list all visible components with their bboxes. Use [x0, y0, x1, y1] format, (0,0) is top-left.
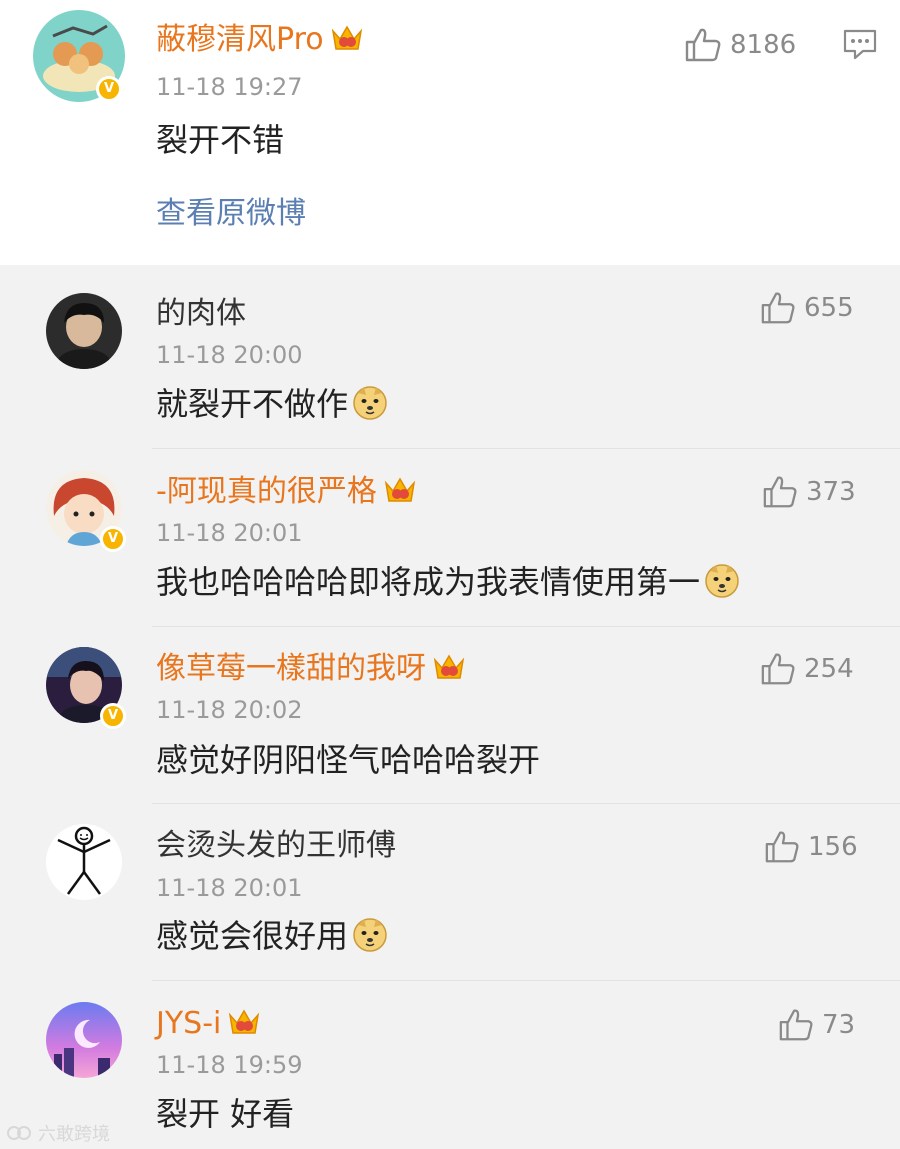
- avatar[interactable]: [46, 824, 122, 900]
- like-button[interactable]: 73: [778, 1007, 855, 1043]
- thumbs-up-icon: [779, 1009, 813, 1041]
- doge-emoji-icon: [353, 918, 387, 952]
- comment-text-content: 我也哈哈哈哈即将成为我表情使用第一: [156, 563, 701, 601]
- comment-time: 11-18 20:00: [156, 341, 303, 369]
- like-count: 156: [808, 832, 858, 862]
- username-text[interactable]: 蔽穆清风Pro: [156, 22, 324, 57]
- divider: [152, 626, 900, 627]
- comment-text: 感觉会很好用: [156, 916, 388, 956]
- thumbs-up-icon: [763, 476, 797, 508]
- username-text[interactable]: -阿现真的很严格: [156, 474, 377, 509]
- vip-crown-icon: [384, 477, 416, 502]
- comment-text-content: 感觉会很好用: [156, 917, 349, 955]
- watermark-text: 六敢跨境: [38, 1124, 110, 1145]
- doge-emoji-icon: [705, 564, 739, 598]
- like-button[interactable]: 8186: [684, 26, 796, 64]
- like-count: 655: [804, 293, 854, 323]
- username-text[interactable]: JYS-i: [156, 1006, 221, 1041]
- like-count: 254: [804, 654, 854, 684]
- divider: [152, 803, 900, 804]
- vip-crown-icon: [433, 654, 465, 679]
- comment-time: 11-18 19:27: [156, 73, 303, 101]
- comment-text: 裂开 好看: [156, 1095, 295, 1133]
- comment-text: 裂开不错: [156, 121, 285, 159]
- view-original-link[interactable]: 查看原微博: [156, 196, 306, 232]
- username[interactable]: 的肉体: [156, 296, 246, 332]
- watermark: 六敢跨境: [6, 1120, 110, 1146]
- thumbs-up-icon: [765, 831, 799, 863]
- like-count: 8186: [730, 30, 797, 60]
- comment-icon[interactable]: [843, 29, 877, 61]
- reply-list: [0, 265, 900, 1149]
- divider: [152, 448, 900, 449]
- comment-text: 就裂开不做作: [156, 384, 388, 424]
- vip-crown-icon: [331, 25, 362, 50]
- comment-time: 11-18 20:02: [156, 696, 303, 724]
- comment-text: 感觉好阴阳怪气哈哈哈裂开: [156, 741, 541, 779]
- verified-badge-icon: V: [100, 526, 126, 552]
- vip-crown-icon: [229, 1009, 260, 1034]
- comment-time: 11-18 20:01: [156, 519, 303, 547]
- verified-badge-icon: V: [100, 703, 126, 729]
- like-count: 373: [806, 477, 856, 507]
- comment-time: 11-18 19:59: [156, 1051, 303, 1079]
- doge-emoji-icon: [353, 386, 387, 420]
- like-button[interactable]: 373: [762, 474, 856, 510]
- thumbs-up-icon: [761, 292, 795, 324]
- like-count: 73: [822, 1010, 856, 1040]
- comment-text-content: 就裂开不做作: [156, 385, 349, 423]
- comment-time: 11-18 20:01: [156, 874, 303, 902]
- divider: [152, 980, 900, 981]
- thumbs-up-icon: [685, 28, 721, 62]
- top-comment: V 蔽穆清风Pro 11-18 19:27 裂开不错 8186 查看原微博: [0, 0, 900, 265]
- username-text[interactable]: 像草莓一樣甜的我呀: [156, 651, 426, 686]
- avatar[interactable]: [46, 1002, 122, 1078]
- like-button[interactable]: 156: [764, 829, 858, 865]
- username[interactable]: -阿现真的很严格: [156, 474, 417, 510]
- watermark-logo-icon: [7, 1126, 31, 1140]
- like-button[interactable]: 254: [760, 651, 854, 687]
- avatar[interactable]: [46, 293, 122, 369]
- username[interactable]: 蔽穆清风Pro: [156, 22, 364, 58]
- username[interactable]: JYS-i: [156, 1006, 261, 1042]
- verified-badge-icon: V: [96, 76, 122, 102]
- username[interactable]: 像草莓一樣甜的我呀: [156, 651, 466, 687]
- like-button[interactable]: 655: [760, 290, 854, 326]
- thumbs-up-icon: [761, 653, 795, 685]
- comment-text: 我也哈哈哈哈即将成为我表情使用第一: [156, 562, 740, 602]
- username[interactable]: 会烫头发的王师傅: [156, 828, 396, 864]
